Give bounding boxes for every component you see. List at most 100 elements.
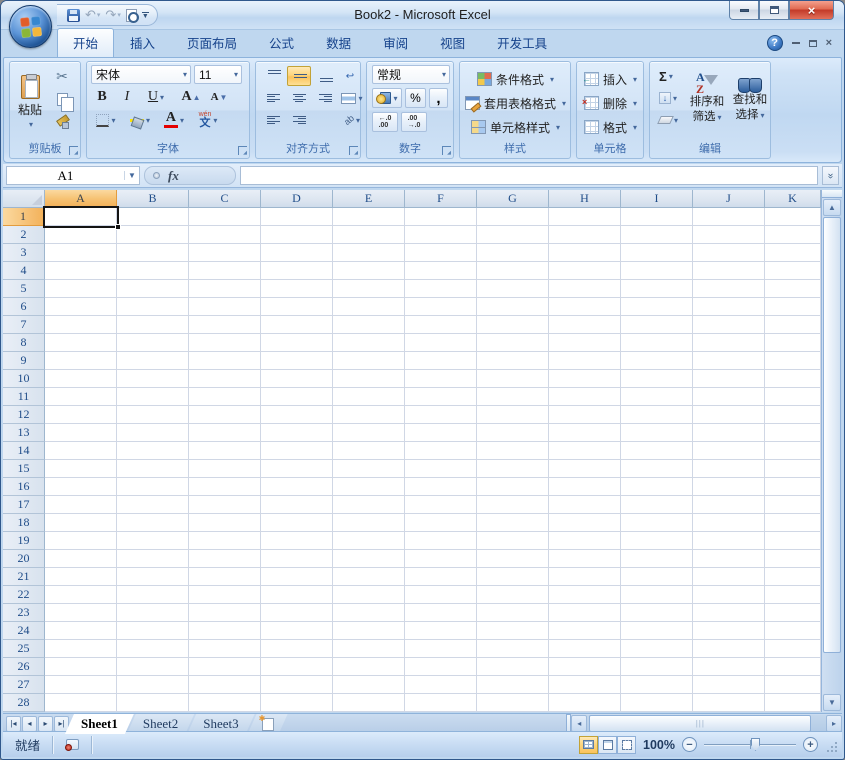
cell-B9[interactable] — [117, 352, 189, 370]
cell-B6[interactable] — [117, 298, 189, 316]
cell-B26[interactable] — [117, 658, 189, 676]
cell-F27[interactable] — [405, 676, 477, 694]
cell-K5[interactable] — [765, 280, 821, 298]
format-cells-button[interactable]: 格式 ▾ — [581, 115, 640, 139]
horizontal-scrollbar-track[interactable] — [587, 715, 826, 732]
cell-I10[interactable] — [621, 370, 693, 388]
cell-G17[interactable] — [477, 496, 549, 514]
cell-C3[interactable] — [189, 244, 261, 262]
cell-G10[interactable] — [477, 370, 549, 388]
accounting-format-button[interactable]: ▾ — [372, 88, 402, 108]
cell-C20[interactable] — [189, 550, 261, 568]
column-header-C[interactable]: C — [189, 190, 261, 208]
cell-J5[interactable] — [693, 280, 765, 298]
sheet-tab-sheet1[interactable]: Sheet1 — [65, 714, 134, 734]
cell-E9[interactable] — [333, 352, 405, 370]
cell-K9[interactable] — [765, 352, 821, 370]
align-middle-button[interactable] — [287, 66, 311, 86]
horizontal-scrollbar-thumb[interactable] — [589, 715, 812, 732]
cell-G21[interactable] — [477, 568, 549, 586]
cell-G5[interactable] — [477, 280, 549, 298]
cell-C9[interactable] — [189, 352, 261, 370]
cell-J9[interactable] — [693, 352, 765, 370]
align-top-button[interactable] — [261, 66, 285, 86]
cell-I26[interactable] — [621, 658, 693, 676]
record-macro-button[interactable] — [63, 737, 81, 753]
percent-style-button[interactable]: % — [405, 88, 426, 108]
row-header-3[interactable]: 3 — [3, 244, 45, 262]
cell-C23[interactable] — [189, 604, 261, 622]
cell-A12[interactable] — [45, 406, 117, 424]
cell-J1[interactable] — [693, 208, 765, 226]
minimize-button[interactable] — [729, 1, 759, 20]
cell-E27[interactable] — [333, 676, 405, 694]
cell-E17[interactable] — [333, 496, 405, 514]
cell-E15[interactable] — [333, 460, 405, 478]
cell-H7[interactable] — [549, 316, 621, 334]
column-header-E[interactable]: E — [333, 190, 405, 208]
borders-button[interactable]: ▾ — [91, 110, 121, 130]
cell-J11[interactable] — [693, 388, 765, 406]
next-sheet-button[interactable]: ▸ — [38, 715, 53, 732]
align-center-button[interactable] — [287, 88, 311, 108]
fill-color-button[interactable]: ▾ — [124, 110, 156, 130]
decrease-indent-button[interactable] — [261, 110, 285, 130]
row-header-26[interactable]: 26 — [3, 658, 45, 676]
cell-F9[interactable] — [405, 352, 477, 370]
cell-G15[interactable] — [477, 460, 549, 478]
cell-K28[interactable] — [765, 694, 821, 712]
cell-A22[interactable] — [45, 586, 117, 604]
cell-E12[interactable] — [333, 406, 405, 424]
cell-B13[interactable] — [117, 424, 189, 442]
italic-button[interactable]: I — [116, 87, 138, 107]
row-header-10[interactable]: 10 — [3, 370, 45, 388]
cell-C16[interactable] — [189, 478, 261, 496]
bold-button[interactable]: B — [91, 87, 113, 107]
grow-font-button[interactable]: A ▲ — [178, 87, 204, 107]
copy-button[interactable] — [49, 89, 75, 112]
cell-A7[interactable] — [45, 316, 117, 334]
row-header-1[interactable]: 1 — [3, 208, 45, 226]
previous-sheet-button[interactable]: ◂ — [22, 715, 37, 732]
cell-I17[interactable] — [621, 496, 693, 514]
cell-C18[interactable] — [189, 514, 261, 532]
name-box[interactable]: A1 ▼ — [6, 166, 140, 185]
cell-A21[interactable] — [45, 568, 117, 586]
scroll-left-button[interactable]: ◂ — [571, 715, 588, 732]
cell-I18[interactable] — [621, 514, 693, 532]
cell-F5[interactable] — [405, 280, 477, 298]
cell-B28[interactable] — [117, 694, 189, 712]
cell-B1[interactable] — [117, 208, 189, 226]
cell-D1[interactable] — [261, 208, 333, 226]
cell-G1[interactable] — [477, 208, 549, 226]
cell-D5[interactable] — [261, 280, 333, 298]
ribbon-tab-review[interactable]: 审阅 — [367, 28, 424, 57]
cell-J8[interactable] — [693, 334, 765, 352]
cell-G16[interactable] — [477, 478, 549, 496]
row-header-12[interactable]: 12 — [3, 406, 45, 424]
cell-I24[interactable] — [621, 622, 693, 640]
page-break-view-button[interactable] — [617, 735, 637, 754]
cell-D12[interactable] — [261, 406, 333, 424]
sort-filter-button[interactable]: AZ 排序和 筛选 ▾ — [686, 66, 728, 138]
cell-J25[interactable] — [693, 640, 765, 658]
cell-E1[interactable] — [333, 208, 405, 226]
cell-E20[interactable] — [333, 550, 405, 568]
cell-F19[interactable] — [405, 532, 477, 550]
cell-K17[interactable] — [765, 496, 821, 514]
cell-A11[interactable] — [45, 388, 117, 406]
cell-D25[interactable] — [261, 640, 333, 658]
cell-G23[interactable] — [477, 604, 549, 622]
cell-B25[interactable] — [117, 640, 189, 658]
last-sheet-button[interactable]: ▸| — [54, 715, 69, 732]
formula-input[interactable] — [240, 166, 818, 185]
cell-A18[interactable] — [45, 514, 117, 532]
cell-B10[interactable] — [117, 370, 189, 388]
ribbon-tab-developer[interactable]: 开发工具 — [481, 28, 563, 57]
cell-I8[interactable] — [621, 334, 693, 352]
cell-B8[interactable] — [117, 334, 189, 352]
cell-G6[interactable] — [477, 298, 549, 316]
cell-A27[interactable] — [45, 676, 117, 694]
cell-D7[interactable] — [261, 316, 333, 334]
cell-B21[interactable] — [117, 568, 189, 586]
